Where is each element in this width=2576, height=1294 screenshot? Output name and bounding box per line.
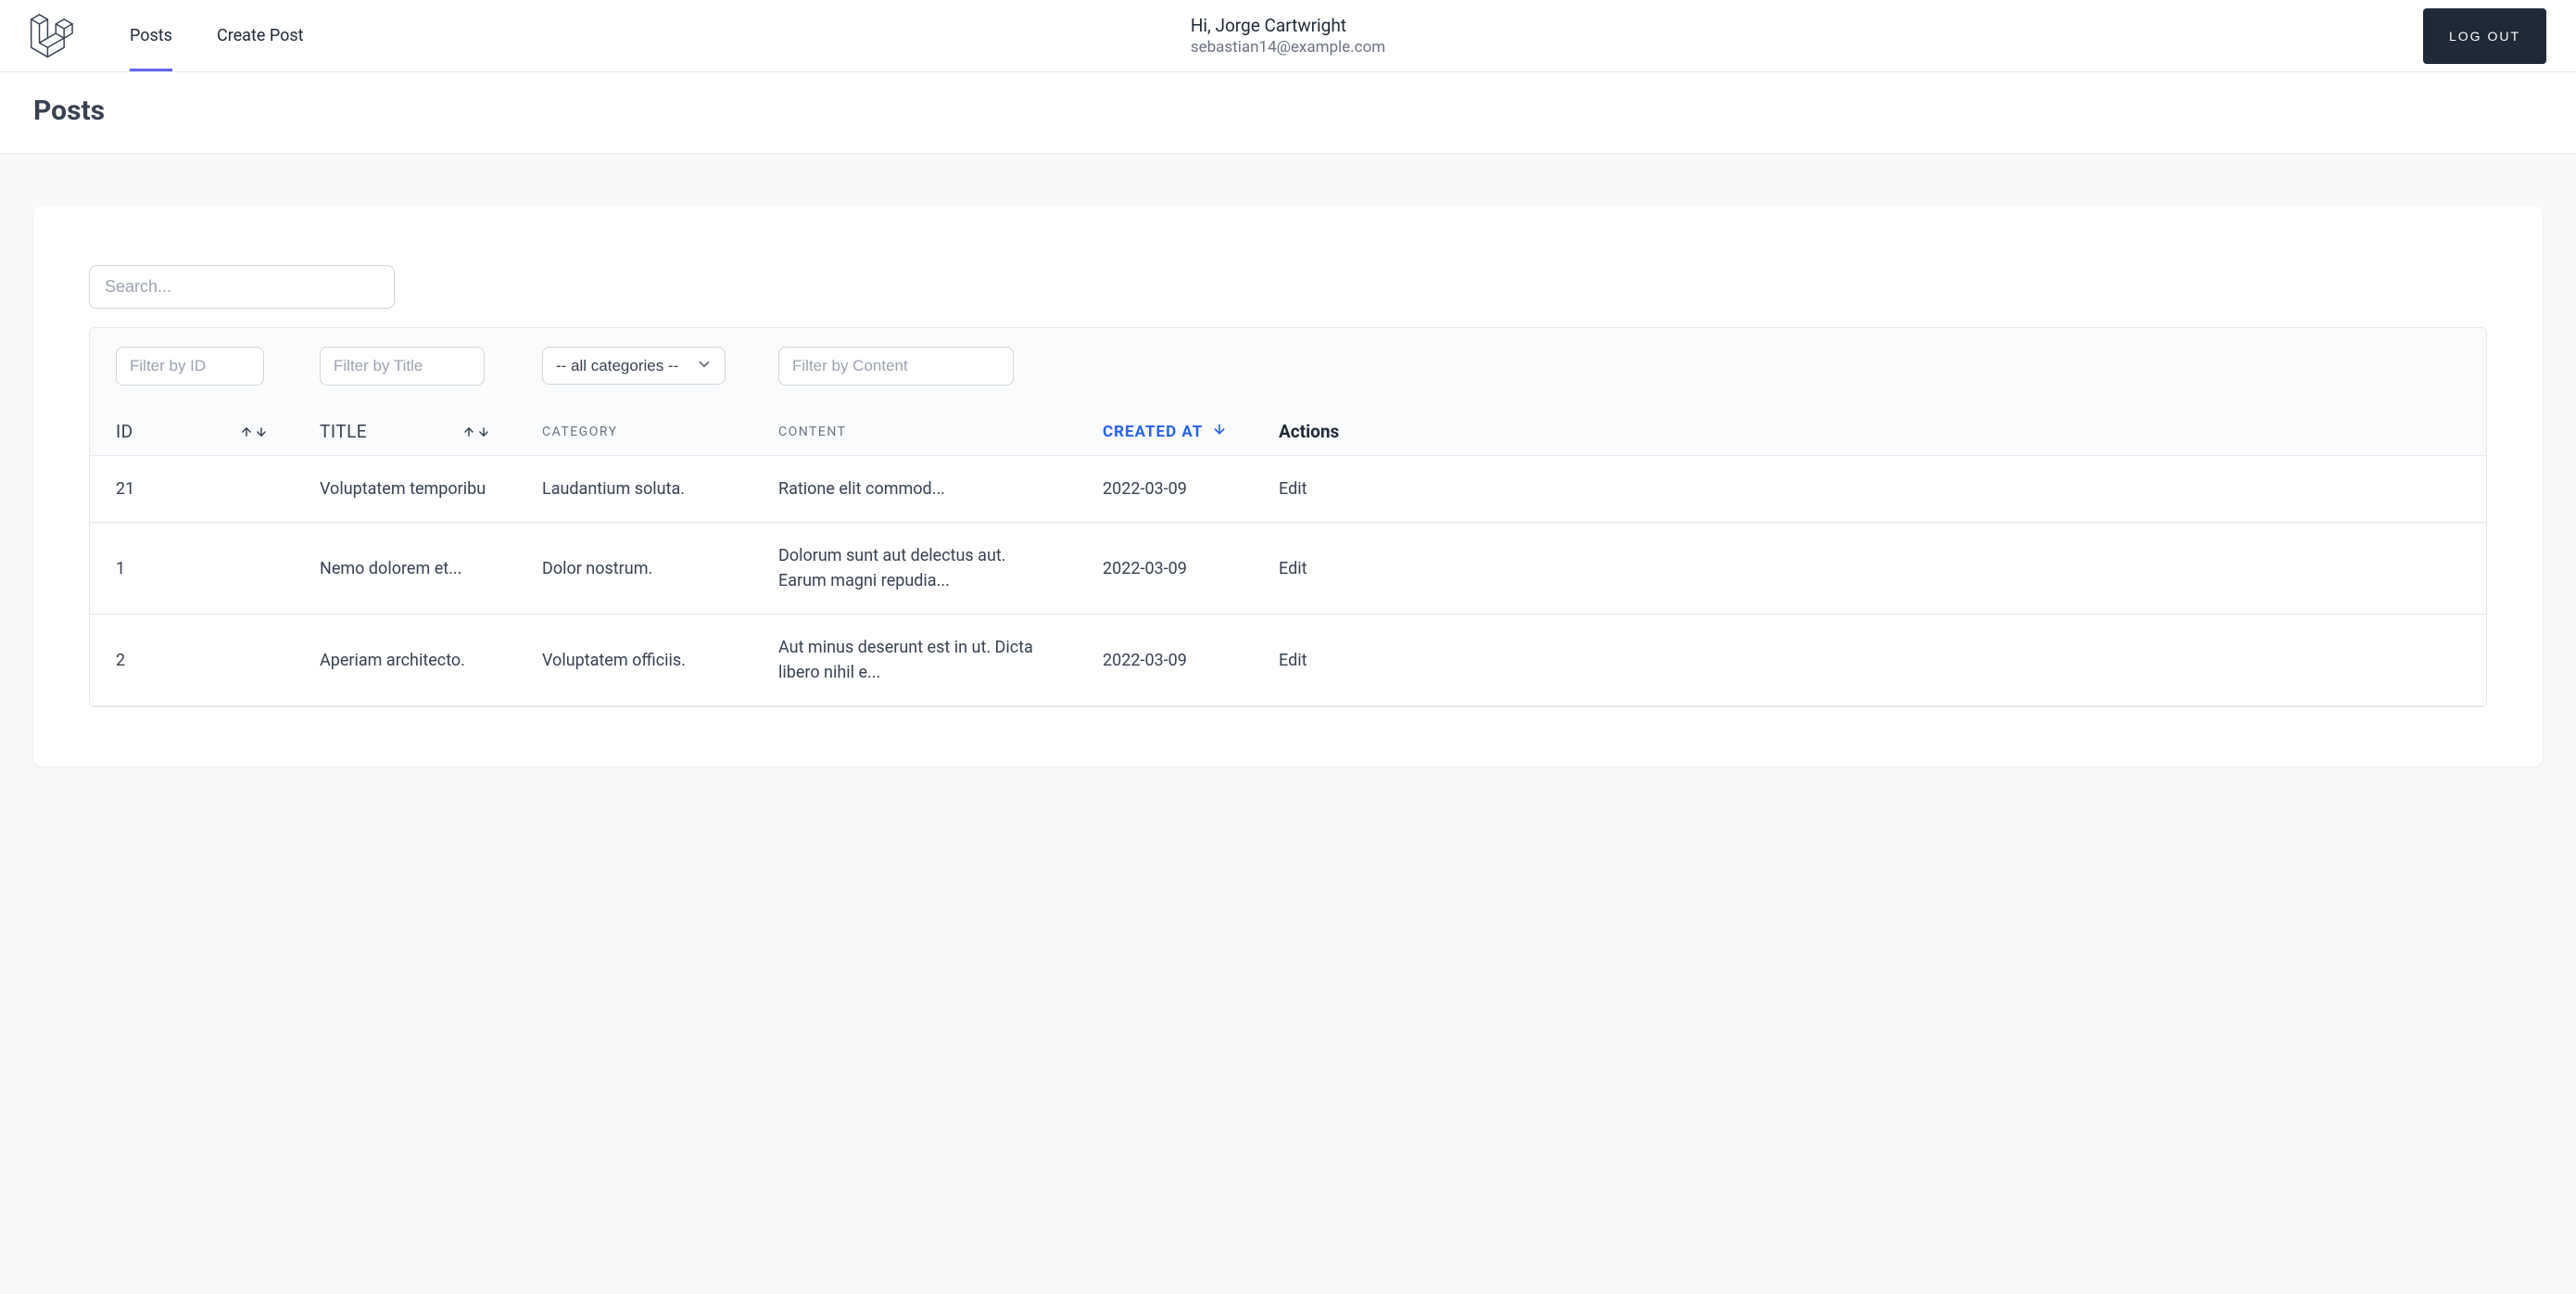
nav-create-label: Create Post [217,26,304,45]
column-title[interactable]: TITLE [294,421,516,442]
card: -- all categories -- ID [33,206,2543,767]
filter-category-cell: -- all categories -- [516,347,752,386]
user-email: sebastian14@example.com [1191,38,1385,57]
filter-content-input[interactable] [778,347,1014,386]
nav: Posts Create Post [130,0,304,71]
column-category-label: CATEGORY [542,425,618,439]
column-created-label: CREATED AT [1103,423,1203,441]
filter-created-cell [1040,347,1216,386]
user-greeting: Hi, Jorge Cartwright [1191,15,1385,36]
sort-desc-icon [1212,421,1227,442]
edit-button[interactable]: Edit [1279,559,1307,578]
cell-category: Voluptatem officiis. [516,648,752,673]
cell-created-at: 2022-03-09 [1077,648,1253,673]
nav-create-post[interactable]: Create Post [217,0,304,71]
cell-category: Laudantium soluta. [516,476,752,501]
table-row: 1 Nemo dolorem et... Dolor nostrum. Dolo… [90,523,2486,615]
logout-button[interactable]: LOG OUT [2423,8,2546,64]
cell-category: Dolor nostrum. [516,556,752,581]
filter-row: -- all categories -- [90,328,2486,404]
column-title-label: TITLE [320,421,367,442]
table-row: 21 Voluptatem temporibu Laudantium solut… [90,456,2486,523]
cell-content: Ratione elit commod... [752,476,1077,501]
cell-title: Nemo dolorem et... [294,556,516,581]
page-title: Posts [33,95,2543,127]
filter-content-cell [752,347,1040,386]
cell-id: 21 [90,476,294,501]
cell-created-at: 2022-03-09 [1077,476,1253,501]
header: Posts Create Post Hi, Jorge Cartwright s… [0,0,2576,72]
column-actions-label: Actions [1279,421,1339,442]
logo[interactable] [30,14,74,58]
cell-content: Aut minus deserunt est in ut. Dicta libe… [752,635,1077,685]
cell-created-at: 2022-03-09 [1077,556,1253,581]
column-id[interactable]: ID [90,421,294,442]
sort-icon [240,425,268,439]
filter-title-cell [294,347,516,386]
cell-title: Voluptatem temporibu [294,476,516,501]
cell-actions: Edit [1253,556,1364,581]
edit-button[interactable]: Edit [1279,651,1307,670]
user-info: Hi, Jorge Cartwright sebastian14@example… [1191,15,1385,57]
cell-title: Aperiam architecto. [294,648,516,673]
column-created-at[interactable]: CREATED AT [1077,421,1253,442]
edit-button[interactable]: Edit [1279,479,1307,499]
laravel-logo-icon [30,14,74,58]
content: -- all categories -- ID [0,154,2576,818]
column-actions: Actions [1253,421,1364,442]
column-content: CONTENT [752,421,1077,442]
filter-id-input[interactable] [116,347,264,386]
cell-actions: Edit [1253,476,1364,501]
column-category: CATEGORY [516,421,752,442]
nav-posts-label: Posts [130,26,172,45]
table: -- all categories -- ID [89,327,2487,707]
filter-title-input[interactable] [320,347,485,386]
cell-id: 1 [90,556,294,581]
cell-id: 2 [90,648,294,673]
table-row: 2 Aperiam architecto. Voluptatem officii… [90,615,2486,706]
column-content-label: CONTENT [778,425,847,439]
page-title-bar: Posts [0,72,2576,154]
filter-actions-cell [1216,347,1290,386]
filter-category-select[interactable]: -- all categories -- [542,347,726,385]
filter-id-cell [90,347,294,386]
search-input[interactable] [89,265,395,309]
cell-content: Dolorum sunt aut delectus aut. Earum mag… [752,543,1077,593]
nav-posts[interactable]: Posts [130,0,172,71]
column-id-label: ID [116,421,133,442]
header-row: ID TITLE CATEGORY CO [90,404,2486,456]
cell-actions: Edit [1253,648,1364,673]
sort-icon [462,425,490,439]
